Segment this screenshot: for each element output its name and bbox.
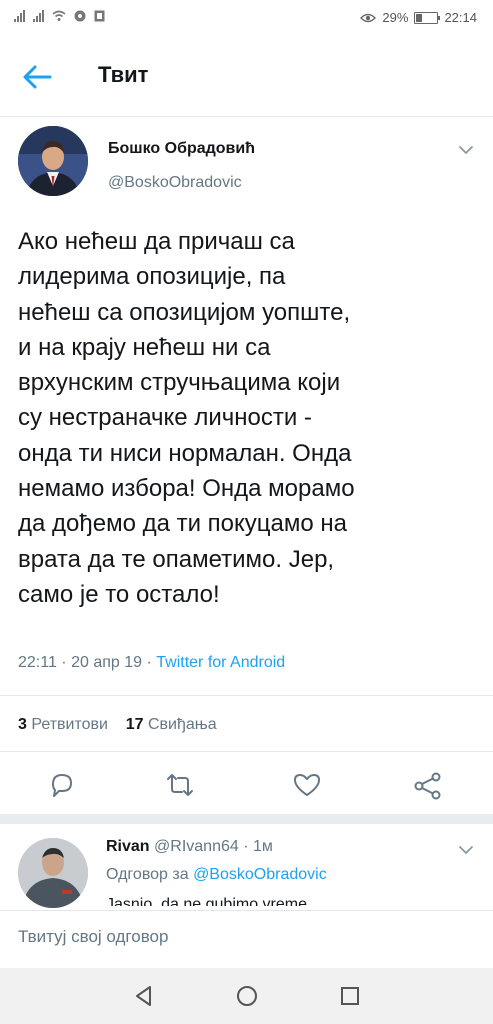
replying-to-handle[interactable]: @BoskoObradovic xyxy=(193,866,327,883)
likes-stat[interactable]: 17 Свиђања xyxy=(126,716,217,733)
tweet-text-line: су нестраначке личности - xyxy=(18,404,312,432)
likes-count: 17 xyxy=(125,716,144,733)
cell-signal-2-icon xyxy=(33,10,44,22)
tweet-source-link[interactable]: Twitter for Android xyxy=(156,654,285,671)
eye-comfort-icon xyxy=(360,13,377,22)
cell-signal-icon xyxy=(14,10,25,22)
tweet-text-line: Ако нећеш да причаш са xyxy=(18,228,295,255)
page-title: Твит xyxy=(98,62,149,87)
nav-back-icon[interactable] xyxy=(130,982,158,1010)
wifi-icon xyxy=(52,10,66,21)
author-photo xyxy=(18,126,88,196)
reply-avatar[interactable] xyxy=(18,838,88,908)
retweets-label: Ретвитови xyxy=(31,716,108,733)
reply-text: Jasnio, da ne gubimo vreme xyxy=(106,896,307,906)
battery-icon xyxy=(414,11,441,24)
nav-recents-icon[interactable] xyxy=(336,982,364,1010)
status-left xyxy=(14,10,105,22)
tweet-text: Ако нећеш да причаш са лидерима опозициј… xyxy=(18,224,478,612)
likes-label: Свиђања xyxy=(147,716,217,733)
section-separator xyxy=(0,814,493,824)
retweet-icon[interactable] xyxy=(160,765,200,805)
tweet-actions xyxy=(0,765,493,809)
tweet-text-line: да дођемо да ти покуцамо на xyxy=(18,510,347,538)
reply-author[interactable]: Rivan @RIvann64 · 1м xyxy=(106,838,273,856)
battery-level-fill xyxy=(416,13,423,22)
reply-input[interactable] xyxy=(18,927,458,947)
author-handle[interactable]: @BoskoObradovic xyxy=(108,174,242,192)
reply-author-name: Rivan xyxy=(106,838,150,855)
tweet-stats: 3 Ретвитови 17 Свиђања xyxy=(18,716,217,734)
tweet-text-line: онда ти ниси нормалан. Онда xyxy=(18,439,352,467)
retweets-count: 3 xyxy=(18,716,27,733)
reply-icon[interactable] xyxy=(42,765,82,805)
divider xyxy=(0,751,493,752)
notification-icon xyxy=(94,10,105,22)
tweet-text-line: врата да те опаметимо. Јер, xyxy=(18,545,335,573)
retweets-stat[interactable]: 3 Ретвитови xyxy=(18,716,108,733)
nav-home-icon[interactable] xyxy=(233,982,261,1010)
chevron-down-icon[interactable] xyxy=(458,145,474,155)
back-arrow-icon[interactable] xyxy=(22,64,52,90)
tweet-text-line: лидерима опозиције, па xyxy=(18,263,286,291)
tweet-text-line: нећеш са опозицијом уопште, xyxy=(18,298,351,326)
share-icon[interactable] xyxy=(408,765,448,805)
sync-icon xyxy=(74,10,86,22)
tweet-text-line: само је то остало! xyxy=(18,580,220,608)
reply-author-photo xyxy=(18,838,88,908)
compose-bar xyxy=(0,910,493,969)
author-avatar[interactable] xyxy=(18,126,88,196)
tweet-meta: 22:11 · 20 апр 19 · Twitter for Android xyxy=(18,654,286,671)
reply-chevron-down-icon[interactable] xyxy=(458,845,474,855)
status-bar: 29% 22:14 xyxy=(0,0,493,38)
tweet-time: 22:11 xyxy=(18,654,57,671)
replying-to-label: Одговор за xyxy=(106,866,189,883)
tweet-text-line: и на крају нећеш ни са xyxy=(18,333,271,361)
tweet-text-line: врхунским стручњацима који xyxy=(18,369,341,397)
status-time: 22:14 xyxy=(444,10,477,25)
system-nav-bar xyxy=(0,968,493,1024)
app-bar: Твит xyxy=(0,38,493,117)
tweet-text-line: немамо избора! Онда морамо xyxy=(18,475,355,503)
divider xyxy=(0,695,493,696)
reply-author-handle: @RIvann64 xyxy=(154,838,239,855)
replying-to: Одговор за @BoskoObradovic xyxy=(106,866,327,884)
tweet-date: 20 апр 19 xyxy=(71,654,143,671)
like-icon[interactable] xyxy=(287,765,327,805)
reply-age: 1м xyxy=(252,838,273,855)
status-right: 29% 22:14 xyxy=(360,10,477,25)
author-name[interactable]: Бошко Обрадовић xyxy=(108,140,255,158)
battery-percent: 29% xyxy=(382,10,409,25)
